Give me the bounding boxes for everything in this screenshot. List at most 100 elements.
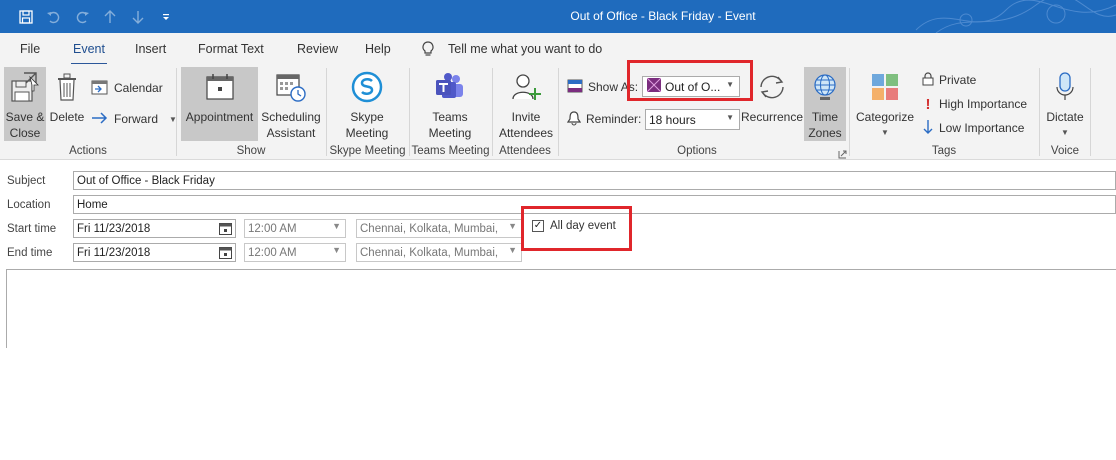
recurrence-label: Recurrence xyxy=(740,110,804,124)
location-value: Home xyxy=(77,198,108,211)
reminder-dropdown[interactable]: 18 hours ▼ xyxy=(645,109,740,130)
event-form: Subject Out of Office - Black Friday Loc… xyxy=(0,160,1116,460)
reminder-label: Reminder: xyxy=(566,109,642,129)
tell-me-search[interactable]: Tell me what you want to do xyxy=(448,42,602,56)
end-timezone-value: Chennai, Kolkata, Mumbai, xyxy=(360,246,499,259)
start-time-label: Start time xyxy=(7,223,57,235)
teams-icon xyxy=(434,67,466,107)
tab-review[interactable]: Review xyxy=(297,42,338,56)
show-as-icon xyxy=(567,79,583,96)
skype-icon xyxy=(351,67,383,107)
skype-label-1: Skype xyxy=(350,110,384,124)
invite-attendees-icon xyxy=(510,67,542,107)
group-label-teams: Teams Meeting xyxy=(411,145,490,157)
start-date-value: Fri 11/23/2018 xyxy=(77,222,151,235)
appointment-button[interactable]: Appointment xyxy=(181,67,258,141)
title-bar: Out of Office - Black Friday - Event xyxy=(0,0,1116,33)
calendar-forward-icon xyxy=(91,79,109,98)
group-separator xyxy=(409,68,410,156)
delete-label: Delete xyxy=(49,110,85,124)
time-zones-button[interactable]: Time Zones xyxy=(804,67,846,141)
invite-label-2: Attendees xyxy=(498,126,554,140)
tab-help[interactable]: Help xyxy=(365,42,391,56)
scheduling-assistant-button[interactable]: Scheduling Assistant xyxy=(259,67,323,141)
calendar-icon[interactable] xyxy=(219,222,232,238)
tab-event[interactable]: Event xyxy=(71,42,107,65)
categorize-icon xyxy=(870,67,900,107)
appointment-label: Appointment xyxy=(185,110,254,124)
notes-body-editor[interactable] xyxy=(6,269,1116,348)
calendar-label: Calendar xyxy=(114,81,163,95)
group-label-attendees: Attendees xyxy=(499,145,551,157)
chevron-down-icon: ▼ xyxy=(881,128,889,137)
calendar-icon[interactable] xyxy=(219,246,232,262)
recurrence-icon xyxy=(755,67,789,107)
skype-meeting-button[interactable]: Skype Meeting xyxy=(336,67,398,141)
forward-arrow-icon xyxy=(91,111,109,128)
categorize-button[interactable]: Categorize ▼ xyxy=(855,67,915,141)
tab-file[interactable]: File xyxy=(20,42,40,56)
start-date-picker[interactable]: Fri 11/23/2018 xyxy=(73,219,236,238)
forward-label: Forward xyxy=(114,112,159,126)
lightbulb-icon xyxy=(421,41,435,60)
subject-value: Out of Office - Black Friday xyxy=(77,174,215,187)
lock-icon xyxy=(922,71,934,89)
group-separator xyxy=(492,68,493,156)
end-date-value: Fri 11/23/2018 xyxy=(77,246,151,259)
low-importance-label: Low Importance xyxy=(939,121,1025,135)
chevron-down-icon: ▼ xyxy=(1061,128,1069,137)
subject-input[interactable]: Out of Office - Black Friday xyxy=(73,171,1116,190)
dictate-button[interactable]: Dictate ▼ xyxy=(1043,67,1087,141)
group-separator xyxy=(1090,68,1091,156)
teams-label-2: Meeting xyxy=(428,126,472,140)
microphone-icon xyxy=(1053,67,1077,107)
calendar-button[interactable]: Calendar xyxy=(91,78,163,98)
group-separator xyxy=(176,68,177,156)
chevron-down-icon: ▼ xyxy=(332,221,341,231)
group-label-options: Options xyxy=(677,145,717,157)
private-label: Private xyxy=(939,73,977,87)
end-timezone-dropdown[interactable]: Chennai, Kolkata, Mumbai, ▼ xyxy=(356,243,522,262)
group-label-skype: Skype Meeting xyxy=(329,145,406,157)
highlight-box-show-as xyxy=(627,60,753,101)
time-zones-label-1: Time xyxy=(811,110,839,124)
reminder-value: 18 hours xyxy=(649,112,696,127)
group-separator xyxy=(558,68,559,156)
title-decoration-icon xyxy=(915,0,1116,33)
tab-insert[interactable]: Insert xyxy=(135,42,166,56)
bell-icon xyxy=(566,110,582,129)
high-importance-button[interactable]: ! High Importance xyxy=(922,94,1028,114)
invite-label-1: Invite xyxy=(511,110,541,124)
end-date-picker[interactable]: Fri 11/23/2018 xyxy=(73,243,236,262)
location-label: Location xyxy=(7,199,51,211)
trash-icon xyxy=(55,67,79,107)
end-time-dropdown[interactable]: 12:00 AM ▼ xyxy=(244,243,346,262)
high-importance-label: High Importance xyxy=(939,97,1028,111)
end-time-label: End time xyxy=(7,247,53,259)
time-zones-label-2: Zones xyxy=(808,126,842,140)
save-close-icon xyxy=(10,67,40,107)
chevron-down-icon: ▼ xyxy=(332,245,341,255)
teams-meeting-button[interactable]: Teams Meeting xyxy=(421,67,479,141)
private-button[interactable]: Private xyxy=(922,70,976,90)
menu-bar: File Event Insert Format Text Review Hel… xyxy=(0,33,1116,65)
delete-button[interactable]: Delete xyxy=(48,67,86,141)
start-timezone-dropdown[interactable]: Chennai, Kolkata, Mumbai, ▼ xyxy=(356,219,522,238)
start-time-value: 12:00 AM xyxy=(248,222,297,235)
group-separator xyxy=(1039,68,1040,156)
appointment-icon xyxy=(205,67,235,107)
save-close-label-1: Save & xyxy=(5,110,45,124)
low-importance-button[interactable]: Low Importance xyxy=(922,118,1024,138)
chevron-down-icon: ▼ xyxy=(726,113,734,122)
reminder-text: Reminder: xyxy=(586,112,642,126)
group-label-tags: Tags xyxy=(931,145,957,157)
invite-attendees-button[interactable]: Invite Attendees xyxy=(497,67,555,141)
subject-label: Subject xyxy=(7,175,46,187)
forward-button[interactable]: Forward ▼ xyxy=(91,109,177,129)
teams-label-1: Teams xyxy=(432,110,468,124)
tab-format-text[interactable]: Format Text xyxy=(198,42,264,56)
start-time-dropdown[interactable]: 12:00 AM ▼ xyxy=(244,219,346,238)
save-close-button[interactable]: Save & Close xyxy=(4,67,46,141)
group-label-actions: Actions xyxy=(69,145,107,157)
scheduling-icon xyxy=(275,67,307,107)
